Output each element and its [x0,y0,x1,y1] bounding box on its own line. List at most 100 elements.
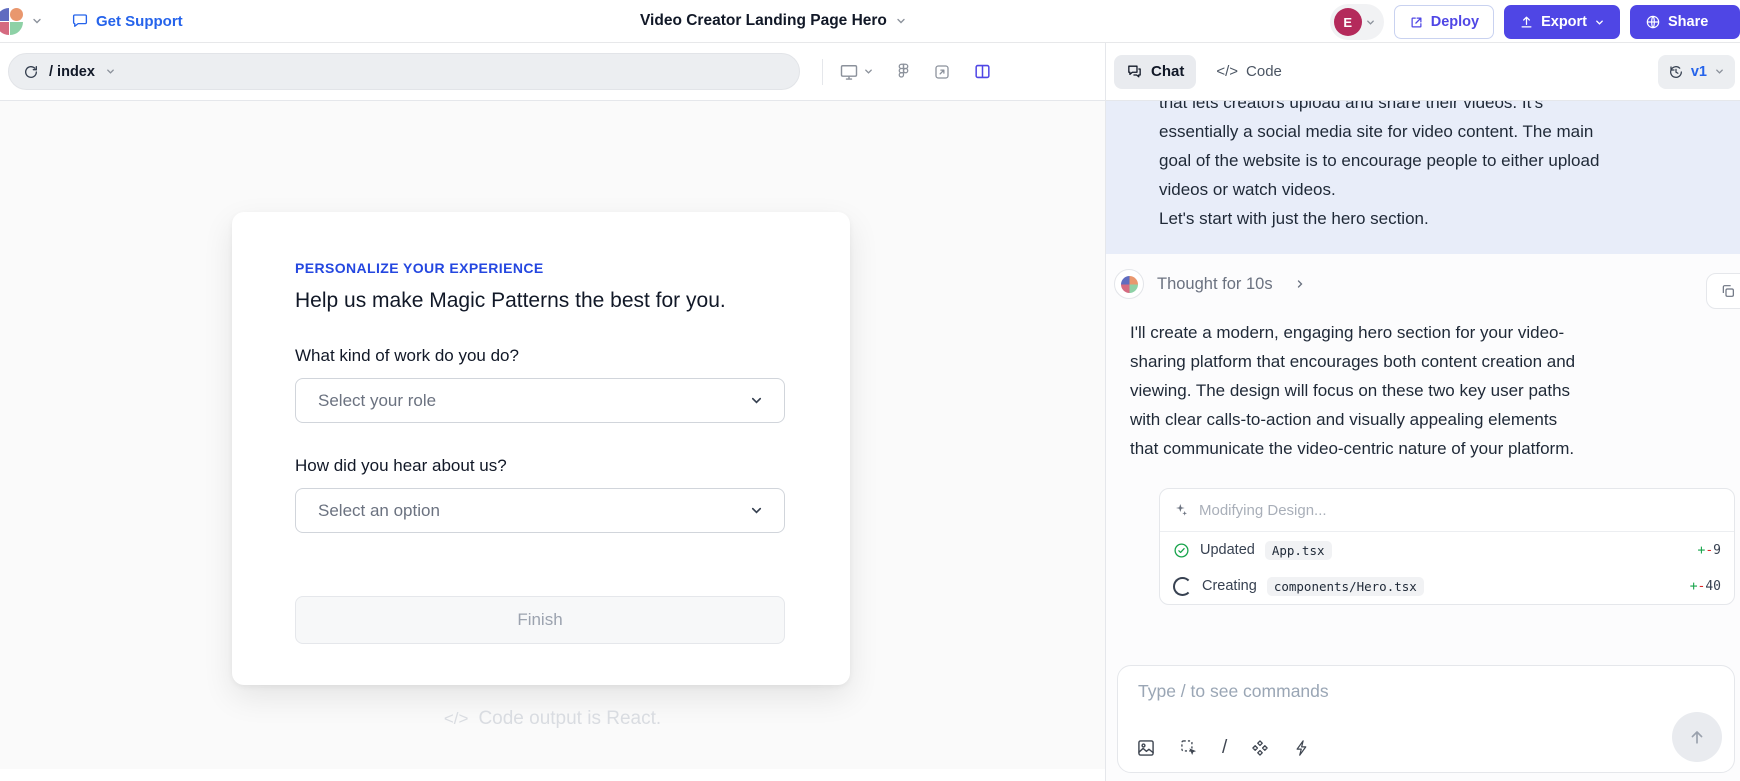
modal-eyebrow: PERSONALIZE YOUR EXPERIENCE [295,260,785,276]
components-icon[interactable] [1250,738,1270,758]
toolbar-left: / index [0,43,1105,100]
get-support-link[interactable]: Get Support [71,12,183,30]
tab-code[interactable]: </> Code [1204,55,1294,89]
main-content: PERSONALIZE YOUR EXPERIENCE Help us make… [0,101,1740,781]
project-title-menu[interactable]: Video Creator Landing Page Hero [640,0,907,42]
user-message-line: videos or watch videos. [1159,175,1710,204]
diff-stats: +-9 [1698,543,1721,558]
send-button[interactable] [1672,712,1722,762]
hear-about-select-value: Select an option [318,501,440,521]
lightning-icon[interactable] [1293,738,1311,758]
assistant-message-line: viewing. The design will focus on these … [1130,376,1726,405]
chevron-down-icon [895,15,907,27]
check-circle-icon [1173,542,1190,559]
chevron-down-icon [1365,17,1376,28]
task-row[interactable]: Creating components/Hero.tsx +-40 [1160,568,1734,604]
task-progress-card: Modifying Design... Updated App.tsx +-9 … [1159,488,1735,605]
magic-patterns-logo-icon [1121,276,1138,293]
history-icon [1668,64,1684,80]
external-link-icon [1409,15,1424,30]
copy-message-button[interactable] [1706,273,1740,309]
code-output-label: Code output is React. [478,708,661,729]
task-status-row: Modifying Design... [1160,489,1734,532]
refresh-icon[interactable] [23,64,39,80]
user-message-bubble: that lets creators upload and share thei… [1106,101,1740,254]
chevron-down-icon [749,393,764,408]
user-message-line: essentially a social media site for vide… [1159,117,1710,146]
chat-bubbles-icon [1126,63,1143,80]
preview-panel: PERSONALIZE YOUR EXPERIENCE Help us make… [0,101,1105,781]
chevron-down-icon [1594,17,1605,28]
chevron-right-icon [1294,278,1306,290]
select-element-icon[interactable] [1179,738,1199,758]
version-history-menu[interactable]: v1 [1658,55,1735,89]
avatar: E [1334,8,1362,36]
hear-about-select[interactable]: Select an option [295,488,785,533]
thought-toggle[interactable]: Thought for 10s [1114,269,1740,299]
deploy-label: Deploy [1431,14,1479,30]
export-button[interactable]: Export [1504,5,1620,39]
image-attach-icon[interactable] [1136,738,1156,758]
assistant-message-line: I'll create a modern, engaging hero sect… [1130,318,1726,347]
upload-icon [1519,15,1534,30]
split-view-icon[interactable] [973,62,992,81]
thought-label: Thought for 10s [1157,275,1273,294]
workspace-menu[interactable] [0,8,43,35]
chat-panel: that lets creators upload and share thei… [1105,101,1740,781]
assistant-message-line: with clear calls-to-action and visually … [1130,405,1726,434]
app-header: Get Support Video Creator Landing Page H… [0,0,1740,43]
chevron-down-icon [105,66,116,77]
user-message-line: Let's start with just the hero section. [1159,204,1710,233]
file-chip: App.tsx [1265,541,1332,560]
preview-controls [839,62,992,82]
task-row[interactable]: Updated App.tsx +-9 [1160,532,1734,568]
get-support-label: Get Support [96,13,183,30]
share-label: Share [1668,14,1708,30]
app-root: Get Support Video Creator Landing Page H… [0,0,1740,780]
page-title: Video Creator Landing Page Hero [640,12,887,30]
finish-button[interactable]: Finish [295,596,785,644]
figma-icon[interactable] [896,63,911,80]
divider [822,59,823,85]
personalize-modal: PERSONALIZE YOUR EXPERIENCE Help us make… [232,212,850,685]
open-in-new-tab-icon[interactable] [933,63,951,81]
copy-icon [1720,283,1736,299]
spinner-icon [1173,577,1192,596]
preview-toolbar: / index [0,43,1740,101]
tab-chat[interactable]: Chat [1114,55,1196,89]
assistant-avatar [1114,269,1144,299]
assistant-message-line: sharing platform that encourages both co… [1130,347,1726,376]
assistant-message-line: that communicate the video-centric natur… [1130,434,1726,463]
chat-input[interactable] [1136,680,1654,703]
user-message-line: goal of the website is to encourage peop… [1159,146,1710,175]
code-icon: </> [1216,63,1238,80]
version-label: v1 [1691,64,1707,80]
route-bar[interactable]: / index [8,53,800,90]
globe-icon [1645,14,1661,30]
diff-stats: +-40 [1690,579,1721,594]
modal-heading: Help us make Magic Patterns the best for… [295,289,785,313]
code-output-note: </> Code output is React. [0,708,1105,730]
work-question-label: What kind of work do you do? [295,346,785,366]
code-icon: </> [444,709,469,728]
chevron-down-icon [749,503,764,518]
task-action: Updated [1200,542,1255,558]
sparkle-icon [1173,502,1189,518]
composer-toolbar: / [1136,737,1311,759]
chat-tab-label: Chat [1151,63,1184,80]
slash-command-icon[interactable]: / [1222,737,1227,759]
task-status-label: Modifying Design... [1199,502,1327,519]
code-tab-label: Code [1246,63,1282,80]
share-button[interactable]: Share [1630,5,1740,39]
hear-about-question-label: How did you hear about us? [295,456,785,476]
file-chip: components/Hero.tsx [1267,577,1424,596]
role-select[interactable]: Select your role [295,378,785,423]
device-preview-button[interactable] [839,62,874,82]
header-actions: E Deploy Export [1330,4,1740,40]
export-label: Export [1541,14,1587,30]
account-menu[interactable]: E [1330,4,1384,40]
assistant-message: I'll create a modern, engaging hero sect… [1130,318,1726,463]
arrow-up-icon [1687,727,1707,747]
deploy-button[interactable]: Deploy [1394,5,1494,39]
chat-bubble-icon [71,12,89,30]
